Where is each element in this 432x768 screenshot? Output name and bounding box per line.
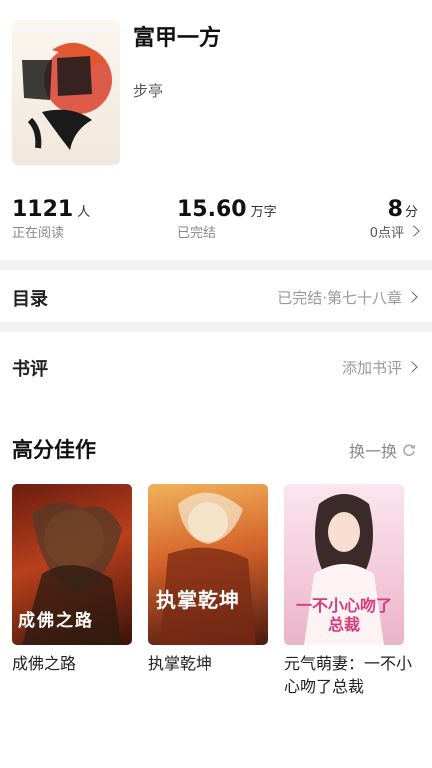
words-stat: 15.60 万字 已完结 <box>177 197 277 241</box>
readers-label: 正在阅读 <box>12 226 65 241</box>
recommend-book-1-cover[interactable]: 成佛之路 <box>12 484 132 645</box>
score-value: 8 <box>387 197 403 222</box>
book-cover <box>12 20 120 165</box>
recommend-book-3-cover[interactable]: 一不小心吻了总裁 <box>284 484 404 645</box>
refresh-button[interactable]: 换一换 <box>349 438 416 462</box>
reviews-title: 书评 <box>12 359 48 380</box>
readers-stat: 1121 人 正在阅读 <box>12 197 90 241</box>
recommend-book-2-cover[interactable]: 执掌乾坤 <box>148 484 268 645</box>
refresh-label: 换一换 <box>348 442 397 461</box>
recommend-book-2-title[interactable]: 执掌乾坤 <box>148 652 274 675</box>
book-author[interactable]: 步亭 <box>133 80 163 101</box>
cover-art <box>160 492 256 645</box>
score-stat[interactable]: 8分 0点评 <box>369 197 420 241</box>
toc-title: 目录 <box>12 289 48 310</box>
word-count: 15.60 <box>177 197 247 222</box>
recommend-book-1-title[interactable]: 成佛之路 <box>12 652 138 675</box>
score-unit: 分 <box>404 205 418 220</box>
completion-status: 已完结 <box>177 226 217 241</box>
cover-title-text: 成佛之路 <box>18 611 94 631</box>
reviews-row: 书评 添加书评 <box>0 340 432 390</box>
cover-title-text: 一不小心吻了总裁 <box>295 596 392 634</box>
book-cover-art <box>22 42 112 150</box>
review-count: 0点评 <box>369 226 404 241</box>
add-review-button[interactable]: 添加书评 <box>341 357 418 378</box>
word-unit: 万字 <box>250 205 277 220</box>
refresh-icon <box>403 444 416 457</box>
chevron-right-icon <box>406 291 418 303</box>
add-review-label: 添加书评 <box>341 359 402 377</box>
recommend-book-3-title[interactable]: 元气萌妻：一不小心吻了总裁 <box>284 652 416 698</box>
chevron-right-icon <box>408 225 420 237</box>
book-title: 富甲一方 <box>133 26 222 51</box>
toc-row[interactable]: 目录 已完结·第七十八章 <box>0 272 432 322</box>
toc-status: 已完结·第七十八章 <box>277 289 402 307</box>
section-divider <box>0 322 432 332</box>
readers-count: 1121 <box>12 197 74 222</box>
cover-title-text: 执掌乾坤 <box>156 588 240 612</box>
recommend-title: 高分佳作 <box>12 438 96 462</box>
chevron-right-icon <box>406 361 418 373</box>
section-divider <box>0 260 432 270</box>
readers-unit: 人 <box>77 205 91 220</box>
